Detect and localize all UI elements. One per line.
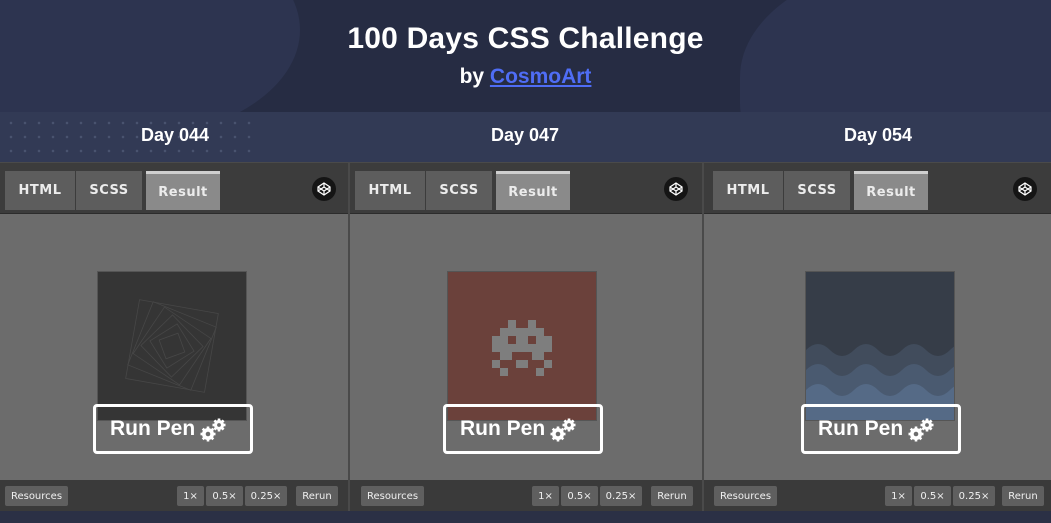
pen-preview (447, 271, 597, 421)
zoom-0.5x-button[interactable]: 0.5× (206, 486, 243, 506)
pen-preview (805, 271, 974, 421)
tab-scss[interactable]: SCSS (784, 171, 850, 210)
pen-embed-day-047: HTML SCSS Result Run Pen Resources 1× 0.… (348, 162, 702, 511)
tab-scss[interactable]: SCSS (76, 171, 142, 210)
run-pen-label: Run Pen (818, 417, 904, 440)
gears-icon (200, 418, 226, 442)
rerun-button[interactable]: Rerun (651, 486, 693, 506)
pen-footer: Resources 1× 0.5× 0.25× Rerun (704, 480, 1051, 511)
zoom-1x-button[interactable]: 1× (885, 486, 912, 506)
tab-html[interactable]: HTML (713, 171, 783, 210)
pen-toolbar: HTML SCSS Result (350, 162, 702, 214)
day-title: Day 047 (490, 125, 560, 145)
header-decoration (740, 0, 1051, 112)
gears-icon (550, 418, 576, 442)
pen-toolbar: HTML SCSS Result (704, 162, 1051, 214)
page-header (0, 0, 1051, 112)
run-pen-button[interactable]: Run Pen (93, 404, 253, 454)
page-title: 100 Days CSS Challenge (347, 22, 704, 55)
tab-html[interactable]: HTML (5, 171, 75, 210)
rerun-button[interactable]: Rerun (296, 486, 338, 506)
author-link[interactable]: CosmoArt (490, 65, 592, 88)
day-title: Day 044 (140, 125, 210, 145)
byline-prefix: by (459, 65, 485, 88)
run-pen-button[interactable]: Run Pen (801, 404, 961, 454)
header-decoration (0, 0, 300, 112)
resources-button[interactable]: Resources (361, 486, 424, 506)
resources-button[interactable]: Resources (5, 486, 68, 506)
resources-button[interactable]: Resources (714, 486, 777, 506)
rerun-button[interactable]: Rerun (1002, 486, 1044, 506)
pen-footer: Resources 1× 0.5× 0.25× Rerun (350, 480, 702, 511)
day-title: Day 054 (843, 125, 913, 145)
zoom-0.25x-button[interactable]: 0.25× (245, 486, 287, 506)
zoom-1x-button[interactable]: 1× (177, 486, 204, 506)
run-pen-label: Run Pen (110, 417, 196, 440)
pen-embed-day-044: HTML SCSS Result Run Pen Resources 1× 0.… (0, 162, 350, 511)
run-pen-button[interactable]: Run Pen (443, 404, 603, 454)
pen-footer: Resources 1× 0.5× 0.25× Rerun (0, 480, 350, 511)
pen-toolbar: HTML SCSS Result (0, 162, 350, 214)
tab-html[interactable]: HTML (355, 171, 425, 210)
zoom-0.5x-button[interactable]: 0.5× (914, 486, 951, 506)
codepen-icon[interactable] (1013, 177, 1037, 201)
gears-icon (908, 418, 934, 442)
zoom-1x-button[interactable]: 1× (532, 486, 559, 506)
codepen-icon[interactable] (664, 177, 688, 201)
byline: by CosmoArt (0, 65, 1051, 89)
zoom-0.25x-button[interactable]: 0.25× (953, 486, 995, 506)
run-pen-label: Run Pen (460, 417, 546, 440)
tab-scss[interactable]: SCSS (426, 171, 492, 210)
page-bottom-edge (0, 511, 1051, 523)
zoom-0.5x-button[interactable]: 0.5× (561, 486, 598, 506)
codepen-icon[interactable] (312, 177, 336, 201)
pen-preview (97, 271, 247, 421)
pen-embed-day-054: HTML SCSS Result Run Pen Resources 1× 0.… (702, 162, 1051, 511)
zoom-0.25x-button[interactable]: 0.25× (600, 486, 642, 506)
tab-result[interactable]: Result (854, 171, 928, 210)
tab-result[interactable]: Result (496, 171, 570, 210)
tab-result[interactable]: Result (146, 171, 220, 210)
